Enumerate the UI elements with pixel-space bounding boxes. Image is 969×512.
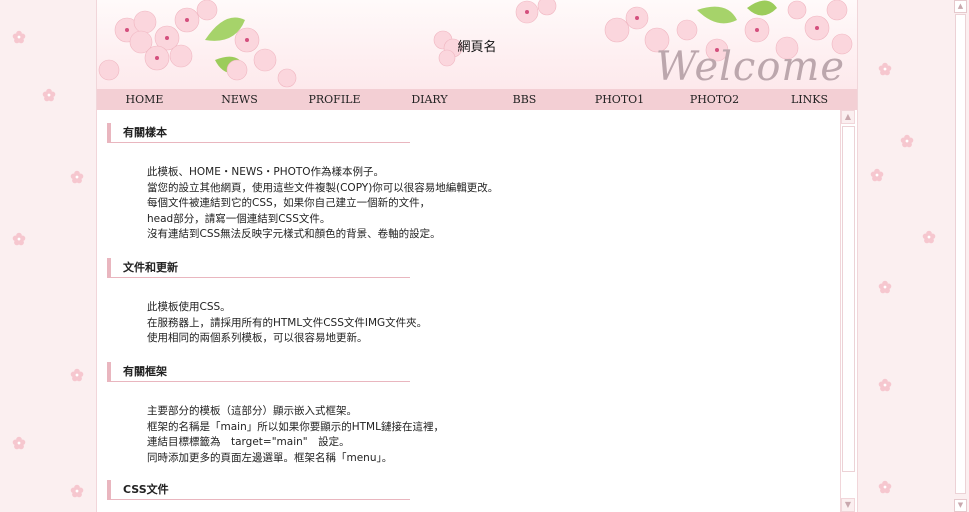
scroll-thumb[interactable] — [955, 14, 966, 494]
petal-icon — [870, 168, 884, 182]
petal-icon — [42, 88, 56, 102]
section-body: 主要部分的模板（這部分）顯示嵌入式框架。 框架的名稱是「main」所以如果你要顯… — [147, 404, 807, 466]
main-content-frame: 有關樣本 此模板、HOME・NEWS・PHOTO作為樣本例子。 當您的設立其他網… — [97, 110, 857, 512]
text-line: 當您的設立其他網頁，使用這些文件複製(COPY)你可以很容易地編輯更改。 — [147, 181, 499, 194]
petal-icon — [70, 368, 84, 382]
nav-item-links[interactable]: LINKS — [762, 89, 857, 110]
text-line: 框架的名稱是「main」所以如果你要顯示的HTML鏈接在這裡， — [147, 420, 444, 433]
text-line: head部分，請寫一個連結到CSS文件。 — [147, 212, 331, 225]
petal-icon — [878, 62, 892, 76]
section-files-update: 文件和更新 此模板使用CSS。 在服務器上，請採用所有的HTML文件CSS文件I… — [107, 258, 807, 347]
petal-icon — [878, 378, 892, 392]
petal-icon — [70, 484, 84, 498]
petal-icon — [922, 230, 936, 244]
section-title: CSS文件 — [107, 480, 410, 500]
text-line: 此模板使用CSS。 — [147, 301, 231, 313]
nav-item-photo1[interactable]: PHOTO1 — [572, 89, 667, 110]
text-line: 在服務器上，請採用所有的HTML文件CSS文件IMG文件夾。 — [147, 316, 428, 329]
main-nav: HOME NEWS PROFILE DIARY BBS PHOTO1 PHOTO… — [97, 89, 857, 110]
section-about-frame: 有關框架 主要部分的模板（這部分）顯示嵌入式框架。 框架的名稱是「main」所以… — [107, 362, 807, 466]
page-frame: 網頁名 Welcome HOME NEWS PROFILE DIARY BBS … — [97, 0, 857, 512]
scroll-down-arrow-icon[interactable]: ▼ — [841, 498, 855, 512]
section-body: 此模板、HOME・NEWS・PHOTO作為樣本例子。 當您的設立其他網頁，使用這… — [147, 165, 807, 243]
text-line: 同時添加更多的頁面左邊選單。框架名稱「menu」。 — [147, 451, 393, 464]
section-about-sample: 有關樣本 此模板、HOME・NEWS・PHOTO作為樣本例子。 當您的設立其他網… — [107, 123, 807, 243]
section-css-file: CSS文件 — [107, 480, 807, 500]
section-title: 文件和更新 — [107, 258, 410, 278]
text-line: 連結目標標籤為 target="main" 設定。 — [147, 436, 350, 448]
petal-icon — [12, 232, 26, 246]
petal-icon — [12, 30, 26, 44]
scroll-up-arrow-icon[interactable]: ▲ — [841, 110, 855, 124]
scroll-thumb[interactable] — [842, 126, 855, 472]
nav-item-photo2[interactable]: PHOTO2 — [667, 89, 762, 110]
text-line: 每個文件被連結到它的CSS，如果你自己建立一個新的文件， — [147, 197, 431, 209]
text-line: 沒有連結到CSS無法反映字元樣式和顏色的背景、卷軸的設定。 — [147, 228, 441, 240]
window-scrollbar[interactable]: ▲ ▼ — [954, 0, 967, 512]
scroll-down-arrow-icon[interactable]: ▼ — [954, 499, 967, 512]
text-line: 此模板、HOME・NEWS・PHOTO作為樣本例子。 — [147, 166, 385, 178]
text-line: 使用相同的兩個系列模板，可以很容易地更新。 — [147, 332, 368, 344]
petal-icon — [70, 170, 84, 184]
nav-item-diary[interactable]: DIARY — [382, 89, 477, 110]
scroll-up-arrow-icon[interactable]: ▲ — [954, 0, 967, 13]
nav-item-bbs[interactable]: BBS — [477, 89, 572, 110]
petal-icon — [900, 134, 914, 148]
section-title: 有關框架 — [107, 362, 410, 382]
nav-item-news[interactable]: NEWS — [192, 89, 287, 110]
section-body: 此模板使用CSS。 在服務器上，請採用所有的HTML文件CSS文件IMG文件夾。… — [147, 300, 807, 347]
frame-scrollbar[interactable]: ▲ ▼ — [840, 110, 855, 512]
petal-icon — [12, 436, 26, 450]
welcome-logo: Welcome — [655, 44, 845, 89]
petal-icon — [878, 480, 892, 494]
petal-icon — [878, 280, 892, 294]
nav-item-home[interactable]: HOME — [97, 89, 192, 110]
text-line: 主要部分的模板（這部分）顯示嵌入式框架。 — [147, 405, 357, 417]
nav-item-profile[interactable]: PROFILE — [287, 89, 382, 110]
header-banner: 網頁名 Welcome — [97, 0, 857, 89]
section-title: 有關樣本 — [107, 123, 410, 143]
